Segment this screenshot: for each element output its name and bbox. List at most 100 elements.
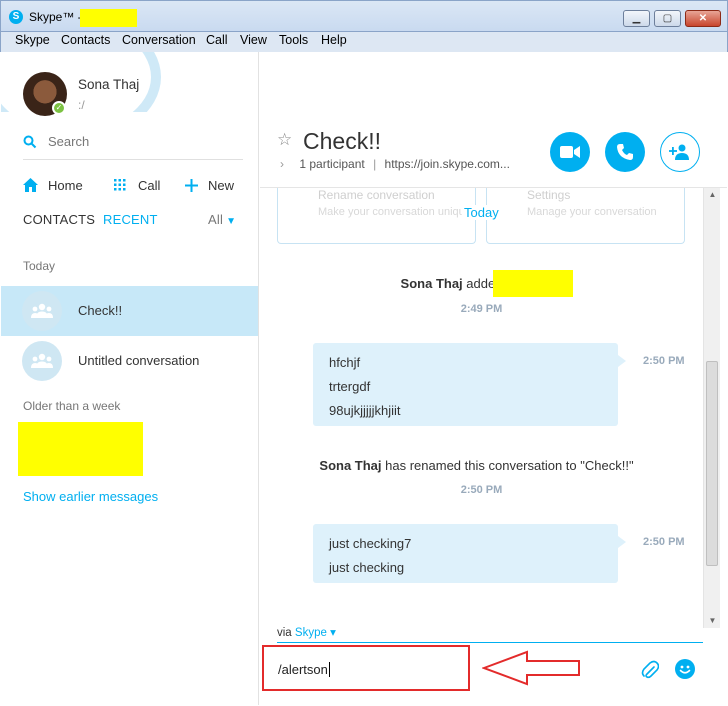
add-person-icon xyxy=(669,144,689,160)
scrollbar-thumb[interactable] xyxy=(706,361,718,566)
nav-new-button[interactable]: New xyxy=(185,174,234,196)
message-input-text: /alertson xyxy=(278,662,330,677)
message-timestamp: 2:50 PM xyxy=(643,355,685,367)
card-title: Rename conversation xyxy=(318,188,435,202)
menu-view[interactable]: View xyxy=(240,33,267,47)
event-text: has renamed this conversation to "Check!… xyxy=(385,458,634,473)
menu-help[interactable]: Help xyxy=(321,33,347,47)
conversation-name: Check!! xyxy=(78,303,123,318)
add-participant-button[interactable] xyxy=(660,132,700,172)
menu-contacts[interactable]: Contacts xyxy=(61,33,110,47)
menu-skype[interactable]: Skype xyxy=(15,33,50,47)
compose-divider xyxy=(277,642,703,643)
chevron-right-icon[interactable]: › xyxy=(280,157,284,171)
scroll-down-arrow-icon[interactable]: ▼ xyxy=(704,614,721,628)
filter-label: All xyxy=(208,212,224,227)
video-camera-icon xyxy=(560,146,580,158)
search-field[interactable]: Search xyxy=(23,132,243,160)
menu-tools[interactable]: Tools xyxy=(279,33,308,47)
search-placeholder: Search xyxy=(48,134,90,149)
tab-contacts[interactable]: CONTACTS xyxy=(23,212,95,227)
tab-recent[interactable]: RECENT xyxy=(103,212,158,227)
message-line: just checking xyxy=(329,560,405,575)
event-author: Sona Thaj xyxy=(400,276,463,291)
event-timestamp: 2:50 PM xyxy=(460,484,503,496)
contact-tabs: CONTACTS RECENT All ▼ xyxy=(23,212,243,232)
profile-name[interactable]: Sona Thaj xyxy=(78,77,139,92)
conversation-pane: ☆ Check!! › 1 participant | https://join… xyxy=(260,52,727,705)
conversation-item-check[interactable]: Check!! xyxy=(1,286,258,336)
home-icon xyxy=(23,178,38,192)
phone-icon xyxy=(617,144,633,160)
message-input[interactable]: /alertson xyxy=(262,645,470,691)
text-caret xyxy=(328,662,330,677)
show-earlier-link[interactable]: Show earlier messages xyxy=(23,489,158,504)
conversation-name: Untitled conversation xyxy=(78,353,200,368)
scroll-up-arrow-icon[interactable]: ▲ xyxy=(704,188,721,202)
join-link[interactable]: https://join.skype.com... xyxy=(385,157,510,171)
message-bubble[interactable]: hfchjf trtergdf 98ujkjjjjjkhjiit xyxy=(313,343,626,426)
chat-history[interactable]: Rename conversation Make your conversati… xyxy=(260,188,703,628)
card-title: Settings xyxy=(527,188,571,202)
message-line: 98ujkjjjjjkhjiit xyxy=(329,403,401,418)
plus-icon xyxy=(185,178,198,192)
profile-mood[interactable]: :/ xyxy=(78,98,85,112)
message-line: just checking7 xyxy=(329,536,412,551)
conversation-subtitle: › 1 participant | https://join.skype.com… xyxy=(280,157,510,171)
participant-count[interactable]: 1 participant xyxy=(299,157,364,171)
event-added: Sona Thaj added xyxy=(260,276,673,291)
via-label: via xyxy=(277,627,292,639)
card-subtitle: Make your conversation unique xyxy=(318,206,471,218)
nav-call-button[interactable]: Call xyxy=(114,174,160,196)
close-button[interactable]: ✕ xyxy=(685,10,721,27)
section-older: Older than a week xyxy=(23,399,121,413)
menu-call[interactable]: Call xyxy=(206,33,228,47)
separator: | xyxy=(373,157,377,171)
send-via: via Skype ▾ xyxy=(277,625,336,639)
send-via-dropdown[interactable]: Skype ▾ xyxy=(295,627,336,639)
video-call-button[interactable] xyxy=(550,132,590,172)
window-title: Skype™ - xyxy=(29,10,82,24)
chevron-down-icon: ▼ xyxy=(226,216,237,227)
chat-scrollbar[interactable]: ▲ ▼ xyxy=(703,188,720,628)
redaction-block xyxy=(80,9,137,27)
maximize-button[interactable]: ▢ xyxy=(654,10,681,27)
star-icon[interactable]: ☆ xyxy=(277,130,292,150)
message-timestamp: 2:50 PM xyxy=(643,536,685,548)
presence-online-icon: ✓ xyxy=(52,101,66,115)
date-divider: Today xyxy=(462,205,501,220)
group-avatar-icon xyxy=(22,341,62,381)
search-icon xyxy=(23,135,37,149)
redaction-block xyxy=(18,422,143,476)
redaction-block xyxy=(493,270,573,297)
menu-bar: Skype Contacts Conversation Call View To… xyxy=(0,32,728,52)
nav-row: Home Call New xyxy=(23,174,243,196)
event-author: Sona Thaj xyxy=(319,458,382,473)
minimize-button[interactable]: ▁ xyxy=(623,10,650,27)
nav-call-label: Call xyxy=(138,177,161,193)
card-subtitle: Manage your conversation xyxy=(527,206,657,218)
message-line: trtergdf xyxy=(329,379,371,394)
conversation-item-untitled[interactable]: Untitled conversation xyxy=(1,336,258,386)
filter-dropdown[interactable]: All ▼ xyxy=(208,212,236,227)
message-line: hfchjf xyxy=(329,355,361,370)
paperclip-icon[interactable] xyxy=(641,660,659,680)
nav-new-label: New xyxy=(208,177,235,193)
skype-logo-icon: S xyxy=(9,10,23,24)
annotation-arrow-icon xyxy=(482,650,580,686)
group-avatar-icon xyxy=(22,291,62,331)
nav-home-button[interactable]: Home xyxy=(23,174,83,196)
conversation-title[interactable]: Check!! xyxy=(303,128,381,155)
menu-conversation[interactable]: Conversation xyxy=(122,33,196,47)
event-renamed: Sona Thaj has renamed this conversation … xyxy=(260,458,698,473)
rename-conversation-card[interactable]: Rename conversation Make your conversati… xyxy=(277,188,476,244)
settings-card[interactable]: Settings Manage your conversation xyxy=(486,188,685,244)
section-today: Today xyxy=(23,259,56,273)
nav-home-label: Home xyxy=(48,177,83,193)
audio-call-button[interactable] xyxy=(605,132,645,172)
message-bubble[interactable]: just checking7 just checking xyxy=(313,524,626,583)
emoticon-icon[interactable] xyxy=(675,659,695,679)
window-titlebar: S Skype™ - ▁ ▢ ✕ xyxy=(0,0,728,32)
event-timestamp: 2:49 PM xyxy=(460,303,503,315)
sidebar: ✓ Sona Thaj :/ Search Home Call New CONT… xyxy=(1,52,259,705)
